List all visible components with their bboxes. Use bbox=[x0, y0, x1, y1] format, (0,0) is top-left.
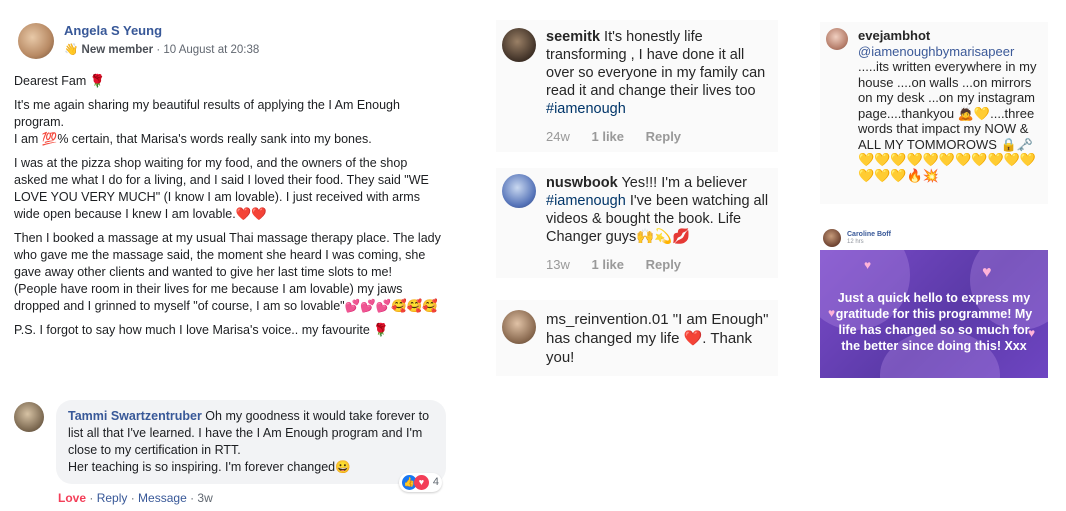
post-paragraph: I was at the pizza shop waiting for my f… bbox=[14, 156, 429, 221]
ig-hashtag[interactable]: #iamenough bbox=[546, 193, 626, 209]
post-line: Then I booked a massage at my usual Thai… bbox=[14, 231, 441, 279]
reaction-summary[interactable]: 👍 ♥ 4 bbox=[398, 473, 442, 492]
comment-row: Tammi Swartzentruber Oh my goodness it w… bbox=[14, 400, 454, 492]
ig-comment-row: seemitk It's honestly life transforming … bbox=[502, 28, 772, 146]
story-card: Caroline Boff 12 hrs ♥ ♥ ♥ ♥ Just a quic… bbox=[820, 226, 1048, 378]
ig-comment-actions: 13w 1 like Reply bbox=[546, 256, 772, 274]
instagram-comment: ms_reinvention.01 "I am Enough" has chan… bbox=[496, 300, 778, 376]
post-paragraph: Then I booked a massage at my usual Thai… bbox=[14, 230, 444, 315]
comment-text-2: Her teaching is so inspiring. I'm foreve… bbox=[68, 460, 351, 474]
ig-text: Yes!!! I'm a believer bbox=[617, 175, 748, 191]
ig-text: .....its written everywhere in my house … bbox=[858, 59, 1037, 183]
instagram-comment: seemitk It's honestly life transforming … bbox=[496, 20, 778, 152]
ig-username[interactable]: seemitk bbox=[546, 29, 600, 45]
wave-icon: 👋 bbox=[64, 44, 79, 56]
ig-hashtag[interactable]: #iamenough bbox=[546, 101, 626, 117]
ig-username[interactable]: nuswbook bbox=[546, 175, 618, 191]
comment-actions: Love · Reply · Message · 3w bbox=[58, 491, 213, 505]
post-body: Dearest Fam 🌹 It's me again sharing my b… bbox=[14, 73, 444, 339]
story-author[interactable]: Caroline Boff bbox=[847, 231, 891, 239]
post-line: (People have room in their lives for me … bbox=[14, 282, 438, 313]
ig-comment-text: nuswbook Yes!!! I'm a believer #iamenoug… bbox=[546, 174, 772, 246]
ig-reply-button[interactable]: Reply bbox=[646, 257, 681, 272]
author-name[interactable]: Angela S Yeung bbox=[64, 22, 259, 39]
heart-icon: ♥ bbox=[982, 264, 992, 281]
ig-comment-row: nuswbook Yes!!! I'm a believer #iamenoug… bbox=[502, 174, 772, 274]
ig-avatar[interactable] bbox=[826, 28, 848, 50]
member-badge: New member bbox=[81, 44, 154, 56]
post-timestamp[interactable]: · 10 August at 20:38 bbox=[153, 44, 259, 56]
story-image: ♥ ♥ ♥ ♥ Just a quick hello to express my… bbox=[820, 250, 1048, 378]
commenter-name[interactable]: Tammi Swartzentruber bbox=[68, 409, 202, 423]
ig-comment-text: seemitk It's honestly life transforming … bbox=[546, 28, 766, 118]
comment-bubble: Tammi Swartzentruber Oh my goodness it w… bbox=[56, 400, 446, 492]
instagram-comment: evejambhot @iamenoughbymarisapeer .....i… bbox=[820, 22, 1048, 204]
story-time: 12 hrs bbox=[847, 239, 864, 245]
facebook-post: Angela S Yeung 👋 New member · 10 August … bbox=[14, 22, 444, 346]
ig-time: 24w bbox=[546, 129, 570, 144]
post-meta: Angela S Yeung 👋 New member · 10 August … bbox=[64, 22, 259, 59]
post-paragraph: It's me again sharing my beautiful resul… bbox=[14, 97, 444, 148]
ig-comment-content: seemitk It's honestly life transforming … bbox=[546, 28, 766, 146]
love-icon: ♥ bbox=[413, 475, 429, 490]
facebook-comment: Tammi Swartzentruber Oh my goodness it w… bbox=[14, 400, 454, 507]
ig-comment-row: evejambhot @iamenoughbymarisapeer .....i… bbox=[826, 28, 1042, 183]
instagram-comment: nuswbook Yes!!! I'm a believer #iamenoug… bbox=[496, 168, 778, 278]
author-avatar[interactable] bbox=[18, 22, 54, 59]
story-avatar[interactable] bbox=[823, 229, 841, 247]
ig-comment-content: nuswbook Yes!!! I'm a believer #iamenoug… bbox=[546, 174, 772, 274]
post-paragraph: Dearest Fam 🌹 bbox=[14, 74, 106, 88]
heart-icon: ♥ bbox=[864, 258, 872, 272]
story-header: Caroline Boff 12 hrs bbox=[820, 226, 1048, 250]
post-line: I am 💯% certain, that Marisa's words rea… bbox=[14, 132, 372, 146]
message-link[interactable]: Message bbox=[138, 491, 187, 505]
post-subline: 👋 New member · 10 August at 20:38 bbox=[64, 42, 259, 59]
ig-username[interactable]: evejambhot bbox=[858, 28, 1038, 44]
ig-mention[interactable]: @iamenoughbymarisapeer bbox=[858, 44, 1038, 60]
reply-link[interactable]: Reply bbox=[97, 491, 128, 505]
story-message: Just a quick hello to express my gratitu… bbox=[835, 291, 1033, 353]
ig-reply-button[interactable]: Reply bbox=[646, 129, 681, 144]
ig-comment-row: ms_reinvention.01 "I am Enough" has chan… bbox=[502, 310, 772, 367]
ig-username[interactable]: ms_reinvention.01 bbox=[546, 311, 669, 328]
ig-comment-content: ms_reinvention.01 "I am Enough" has chan… bbox=[546, 310, 772, 367]
ig-avatar[interactable] bbox=[502, 28, 536, 62]
post-header: Angela S Yeung 👋 New member · 10 August … bbox=[18, 22, 444, 59]
commenter-avatar[interactable] bbox=[14, 402, 44, 432]
post-paragraph: P.S. I forgot to say how much I love Mar… bbox=[14, 323, 389, 337]
ig-avatar[interactable] bbox=[502, 310, 536, 344]
ig-avatar[interactable] bbox=[502, 174, 536, 208]
story-meta: Caroline Boff 12 hrs bbox=[847, 231, 891, 245]
reaction-count: 4 bbox=[432, 476, 439, 488]
ig-comment-actions: 24w 1 like Reply bbox=[546, 128, 766, 146]
ig-likes[interactable]: 1 like bbox=[591, 257, 624, 272]
comment-time[interactable]: 3w bbox=[197, 491, 212, 505]
ig-time: 13w bbox=[546, 257, 570, 272]
post-line: It's me again sharing my beautiful resul… bbox=[14, 98, 400, 129]
love-button[interactable]: Love bbox=[58, 491, 86, 505]
ig-comment-content: evejambhot @iamenoughbymarisapeer .....i… bbox=[858, 28, 1038, 183]
ig-likes[interactable]: 1 like bbox=[591, 129, 624, 144]
